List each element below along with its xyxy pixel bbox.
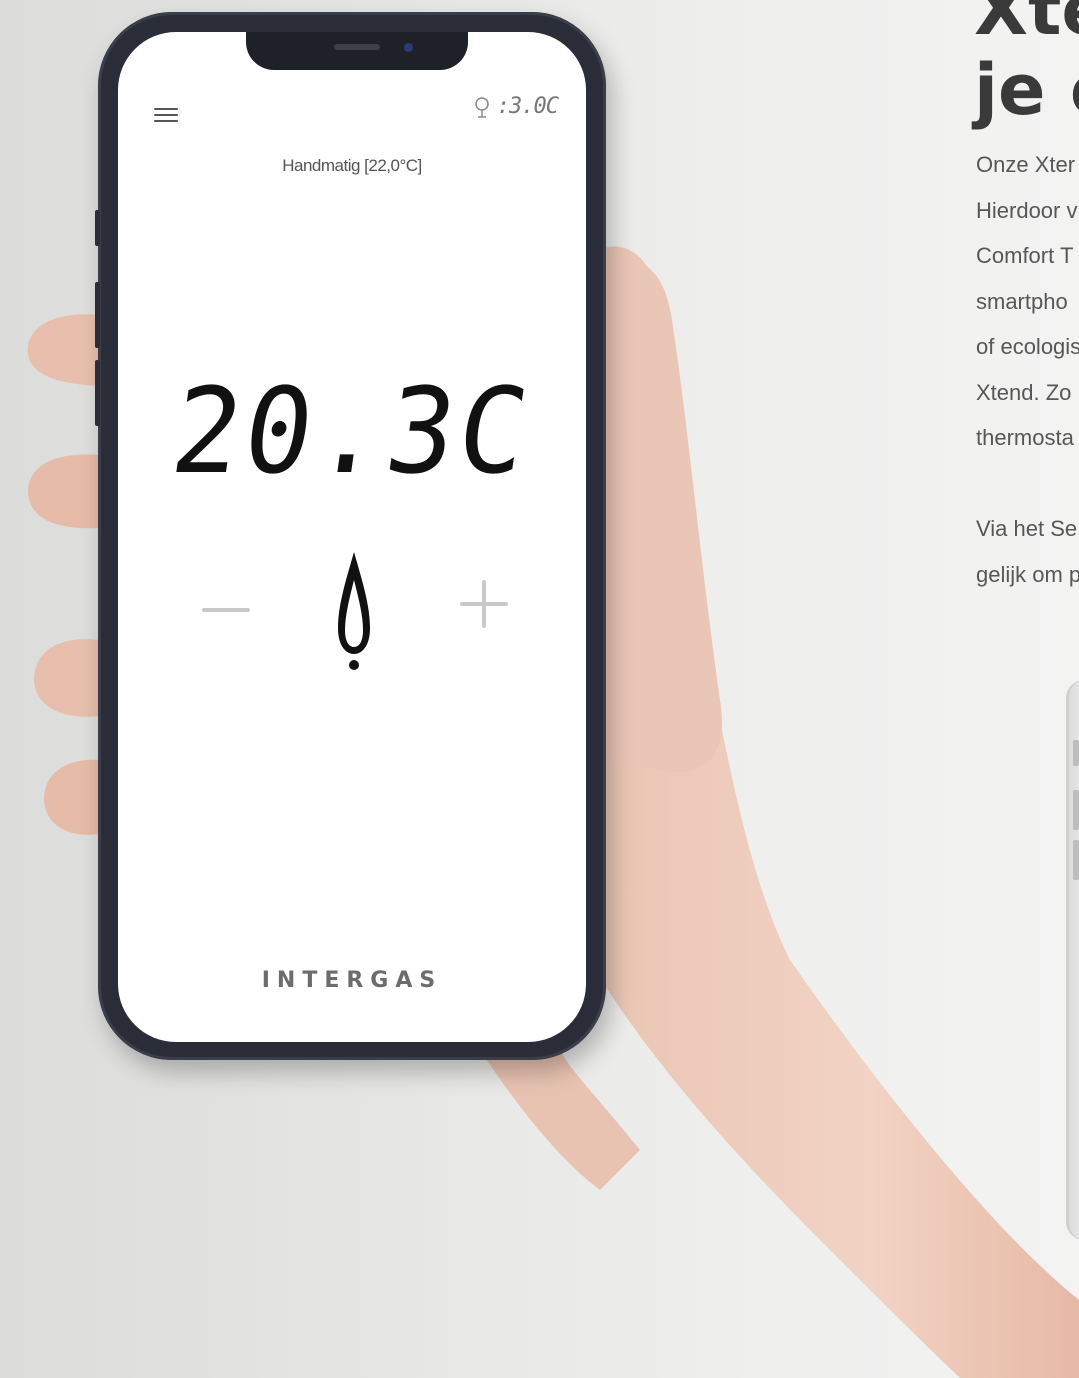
- plus-icon[interactable]: [460, 580, 508, 628]
- brand-logo: INTERGAS: [261, 968, 443, 993]
- camera: [404, 43, 413, 52]
- second-paragraph: Via het Se gelijk om p: [976, 506, 1079, 597]
- intro-paragraph: Onze Xter Hierdoor v Comfort T smartpho …: [976, 142, 1079, 461]
- flame-icon: [338, 552, 370, 670]
- outdoor-temperature-icon: [475, 96, 489, 118]
- paragraph-line: smartpho: [976, 288, 1068, 314]
- paragraph-line: Hierdoor v: [976, 197, 1078, 223]
- second-phone-edge: [1066, 680, 1079, 1240]
- minus-icon[interactable]: [202, 608, 250, 612]
- phone-screen: :3.0C Handmatig [22,0°C] 20.3C INTERGAS: [118, 32, 586, 1042]
- phone-volume-down: [95, 360, 100, 426]
- current-temperature: 20.3C: [164, 362, 540, 500]
- phone-notch: [246, 32, 468, 70]
- outdoor-temperature: :3.0C: [473, 94, 559, 119]
- paragraph-line: Comfort T: [976, 243, 1074, 268]
- heading-line-2: je c: [974, 49, 1079, 131]
- page: :3.0C Handmatig [22,0°C] 20.3C INTERGAS …: [0, 0, 1079, 1378]
- phone-volume-up: [95, 282, 100, 348]
- page-heading: Xter je c: [974, 0, 1079, 130]
- outdoor-temperature-value: :3.0C: [496, 94, 559, 119]
- speaker: [334, 44, 380, 50]
- heading-line-1: Xter: [974, 0, 1079, 51]
- menu-icon[interactable]: [154, 104, 178, 126]
- phone-side-button: [95, 210, 100, 246]
- mode-label[interactable]: Handmatig [22,0°C]: [118, 156, 586, 176]
- paragraph-line: Onze Xter: [976, 152, 1076, 177]
- paragraph-line: thermosta: [976, 425, 1074, 450]
- paragraph-line: of ecologis: [976, 334, 1079, 359]
- paragraph-line: Via het Se: [976, 516, 1078, 541]
- paragraph-line: Xtend. Zo: [976, 379, 1072, 405]
- paragraph-line: gelijk om p: [976, 561, 1079, 587]
